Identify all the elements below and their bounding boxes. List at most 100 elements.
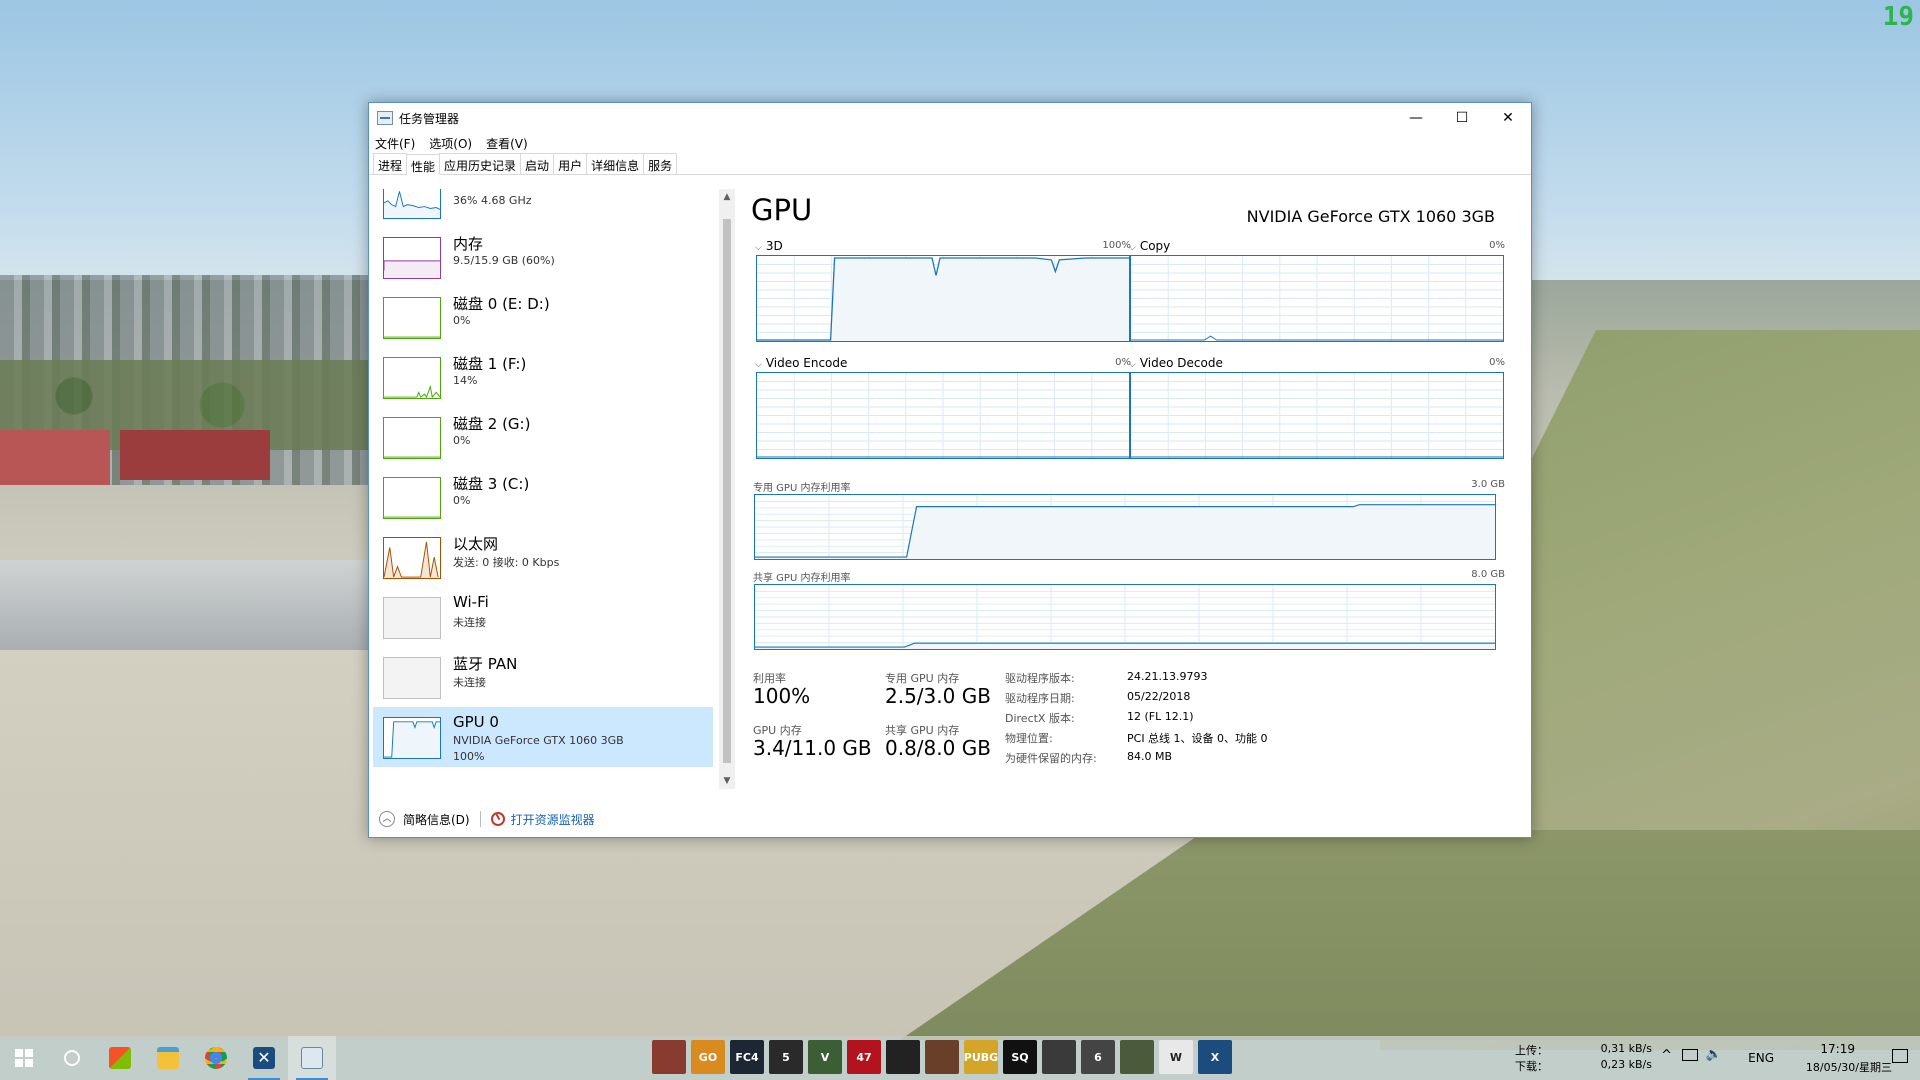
sidebar-item-gpu[interactable]: GPU 0 NVIDIA GeForce GTX 1060 3GB 100% xyxy=(373,707,713,767)
game-shortcut-icon[interactable]: V xyxy=(808,1040,842,1074)
fps-counter: 19 xyxy=(1882,2,1914,32)
scroll-down-arrow-icon[interactable]: ▼ xyxy=(719,773,735,789)
tab-strip: 进程 性能 应用历史记录 启动 用户 详细信息 服务 xyxy=(369,153,1531,175)
shared-mem-value: 0.8/8.0 GB xyxy=(885,736,991,760)
tab-app-history[interactable]: 应用历史记录 xyxy=(439,153,522,174)
volume-icon[interactable]: 🔈 xyxy=(1706,1047,1722,1062)
task-manager-icon xyxy=(301,1047,323,1069)
chrome-button[interactable] xyxy=(192,1036,240,1080)
graph-3d-plot xyxy=(757,256,1129,341)
sidebar-item-detail: 0% xyxy=(453,494,471,507)
sidebar-item-flat[interactable]: 磁盘 3 (C:) 0% xyxy=(373,467,713,527)
sidebar-item-disk1[interactable]: 磁盘 1 (F:) 14% xyxy=(373,347,713,407)
chrome-icon xyxy=(205,1047,227,1069)
maximize-button[interactable]: ☐ xyxy=(1439,103,1485,133)
graph-decode-plot xyxy=(1131,373,1503,458)
clock-date[interactable]: 18/05/30/星期三 xyxy=(1806,1059,1892,1075)
game-shortcut-icon[interactable] xyxy=(886,1040,920,1074)
gpu-model-name: NVIDIA GeForce GTX 1060 3GB xyxy=(1246,207,1495,226)
dedicated-mem-graph-label: 专用 GPU 内存利用率 xyxy=(753,483,851,494)
tab-processes[interactable]: 进程 xyxy=(373,153,408,174)
dedicated-mem-value: 2.5/3.0 GB xyxy=(885,684,991,708)
download-label: 下载： xyxy=(1515,1060,1548,1073)
driver-date: 05/22/2018 xyxy=(1127,690,1191,703)
graph-decode-label[interactable]: ⌵ Video Decode xyxy=(1129,356,1223,370)
show-hidden-icons-chevron-icon[interactable]: ^ xyxy=(1661,1048,1672,1063)
graph-copy xyxy=(1130,255,1504,342)
graph-video-encode xyxy=(756,372,1130,459)
sidebar-item-name: 磁盘 0 (E: D:) xyxy=(453,295,550,313)
sidebar-thumbnail-graph xyxy=(383,477,441,519)
graph-copy-label[interactable]: ⌵ Copy xyxy=(1129,239,1170,253)
game-shortcut-icon[interactable] xyxy=(925,1040,959,1074)
sidebar-item-off[interactable]: Wi-Fi 未连接 xyxy=(373,587,713,647)
game-shortcut-icon[interactable]: 5 xyxy=(769,1040,803,1074)
sidebar-item-mem[interactable]: 内存 9.5/15.9 GB (60%) xyxy=(373,227,713,287)
title-bar[interactable]: 任务管理器 — ☐ ✕ xyxy=(369,103,1531,133)
sidebar-thumbnail-graph xyxy=(383,297,441,339)
sidebar-thumbnail-graph xyxy=(383,189,441,219)
grid xyxy=(757,373,1129,458)
sidebar-item-detail: 14% xyxy=(453,374,478,387)
game-shortcut-icon[interactable]: 47 xyxy=(847,1040,881,1074)
tab-startup[interactable]: 启动 xyxy=(520,153,555,174)
network-icon[interactable] xyxy=(1682,1049,1698,1061)
clock-time[interactable]: 17:19 xyxy=(1820,1042,1855,1056)
resource-monitor-label: 打开资源监视器 xyxy=(510,812,595,827)
tab-users[interactable]: 用户 xyxy=(553,153,588,174)
game-shortcut-icon[interactable]: SQ xyxy=(1003,1040,1037,1074)
start-button[interactable] xyxy=(0,1036,48,1080)
task-manager-window: 任务管理器 — ☐ ✕ 文件(F) 选项(O) 查看(V) 进程 性能 应用历史… xyxy=(368,102,1532,838)
game-shortcut-icon[interactable]: X xyxy=(1198,1040,1232,1074)
file-explorer-button[interactable] xyxy=(144,1036,192,1080)
taskbar: ✕ GO FC4 5 V 47 PUBG SQ 6 W X 上传： 下载： 0,31 kB/s 0… xyxy=(0,1036,1920,1080)
sidebar-thumbnail-graph xyxy=(383,657,441,699)
menu-file[interactable]: 文件(F) xyxy=(375,135,415,152)
sidebar-item-detail: NVIDIA GeForce GTX 1060 3GB xyxy=(453,734,624,747)
scroll-up-arrow-icon[interactable]: ▲ xyxy=(719,189,735,205)
sidebar-scrollbar[interactable]: ▲ ▼ xyxy=(719,189,735,789)
sidebar-item-cpu[interactable]: CPU 36% 4.68 GHz xyxy=(373,189,713,227)
game-shortcut-icon[interactable] xyxy=(652,1040,686,1074)
terminal-building xyxy=(0,560,370,650)
game-shortcut-icon[interactable] xyxy=(1120,1040,1154,1074)
game-shortcut-icon[interactable] xyxy=(1042,1040,1076,1074)
divider xyxy=(479,811,481,827)
game-shortcut-icon[interactable]: PUBG xyxy=(964,1040,998,1074)
sidebar-item-flat[interactable]: 磁盘 0 (E: D:) 0% xyxy=(373,287,713,347)
reserved-memory: 84.0 MB xyxy=(1127,750,1173,763)
graph-copy-plot xyxy=(1131,256,1503,341)
graph-3d-label[interactable]: ⌵ 3D xyxy=(755,239,783,253)
store-button[interactable] xyxy=(96,1036,144,1080)
cortana-button[interactable] xyxy=(48,1036,96,1080)
game-shortcut-icon[interactable]: FC4 xyxy=(730,1040,764,1074)
game-shortcut-icon[interactable]: W xyxy=(1159,1040,1193,1074)
close-button[interactable]: ✕ xyxy=(1485,103,1531,133)
sidebar-item-off[interactable]: 蓝牙 PAN 未连接 xyxy=(373,647,713,707)
minimize-button[interactable]: — xyxy=(1393,103,1439,133)
graph-dedicated-memory xyxy=(754,494,1496,560)
tab-performance[interactable]: 性能 xyxy=(406,154,441,175)
store-icon xyxy=(109,1047,131,1069)
sidebar-item-name: 磁盘 1 (F:) xyxy=(453,355,527,373)
language-indicator[interactable]: ENG xyxy=(1748,1051,1774,1065)
resource-monitor-icon xyxy=(490,812,505,826)
notification-center-icon[interactable] xyxy=(1892,1049,1908,1063)
tab-details[interactable]: 详细信息 xyxy=(586,153,645,174)
menu-options[interactable]: 选项(O) xyxy=(429,135,472,152)
sidebar-thumbnail-graph xyxy=(383,237,441,279)
game-shortcut-icon[interactable]: 6 xyxy=(1081,1040,1115,1074)
menu-view[interactable]: 查看(V) xyxy=(486,135,528,152)
sidebar-item-flat[interactable]: 磁盘 2 (G:) 0% xyxy=(373,407,713,467)
xplane-button[interactable]: ✕ xyxy=(240,1036,288,1080)
task-manager-taskbar-button[interactable] xyxy=(288,1036,336,1080)
graph-encode-label[interactable]: ⌵ Video Encode xyxy=(755,356,847,370)
fewer-details-button[interactable]: ︿ 简略信息(D) xyxy=(379,811,470,828)
sidebar-item-eth[interactable]: 以太网 发送: 0 接收: 0 Kbps xyxy=(373,527,713,587)
tab-services[interactable]: 服务 xyxy=(643,153,678,174)
open-resource-monitor-link[interactable]: 打开资源监视器 xyxy=(490,811,595,828)
scroll-thumb[interactable] xyxy=(723,219,731,763)
physical-location: PCI 总线 1、设备 0、功能 0 xyxy=(1127,732,1268,745)
game-shortcut-icon[interactable]: GO xyxy=(691,1040,725,1074)
download-speed: 0,23 kB/s xyxy=(1600,1058,1652,1071)
